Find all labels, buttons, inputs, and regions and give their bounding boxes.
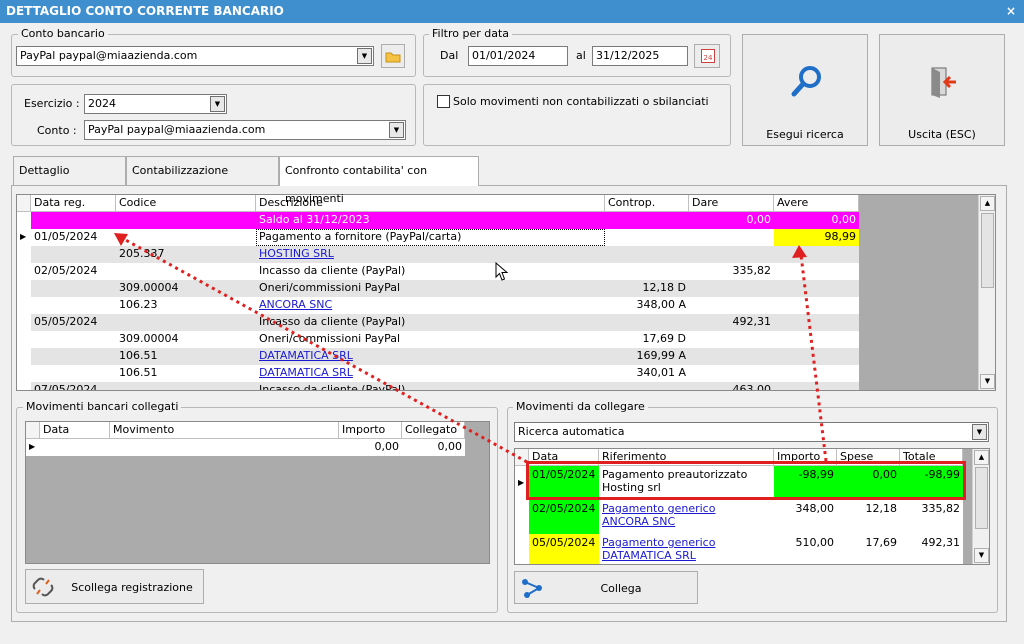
annotation-arrows [114, 233, 828, 464]
dotted-arrow-line [121, 236, 528, 464]
arrow-head-icon [114, 233, 128, 246]
arrow-head-icon [792, 245, 807, 258]
dotted-arrow-line [799, 254, 828, 462]
tab-confronto-contabilita[interactable]: Confronto contabilita' con movimenti [279, 156, 479, 205]
